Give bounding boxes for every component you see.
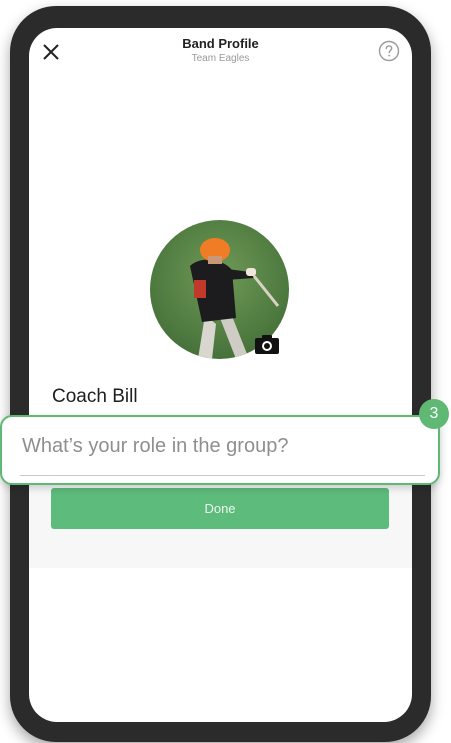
done-button[interactable]: Done <box>51 488 389 529</box>
role-field-highlight <box>0 415 440 485</box>
change-photo-button[interactable] <box>254 333 280 355</box>
page-subtitle: Team Eagles <box>191 53 250 64</box>
help-button[interactable] <box>378 40 400 62</box>
role-input[interactable] <box>22 435 422 458</box>
header: Band Profile Team Eagles <box>29 28 412 78</box>
camera-icon <box>255 335 279 354</box>
step-badge: 3 <box>419 399 449 429</box>
app-screen: Band Profile Team Eagles Coach Bill Done <box>29 28 412 722</box>
header-titles: Band Profile Team Eagles <box>29 36 412 65</box>
help-icon <box>378 40 400 62</box>
input-underline <box>20 475 425 476</box>
page-title: Band Profile <box>182 36 259 51</box>
page: Band Profile Team Eagles Coach Bill Done… <box>0 0 451 743</box>
profile-name: Coach Bill <box>52 386 138 407</box>
